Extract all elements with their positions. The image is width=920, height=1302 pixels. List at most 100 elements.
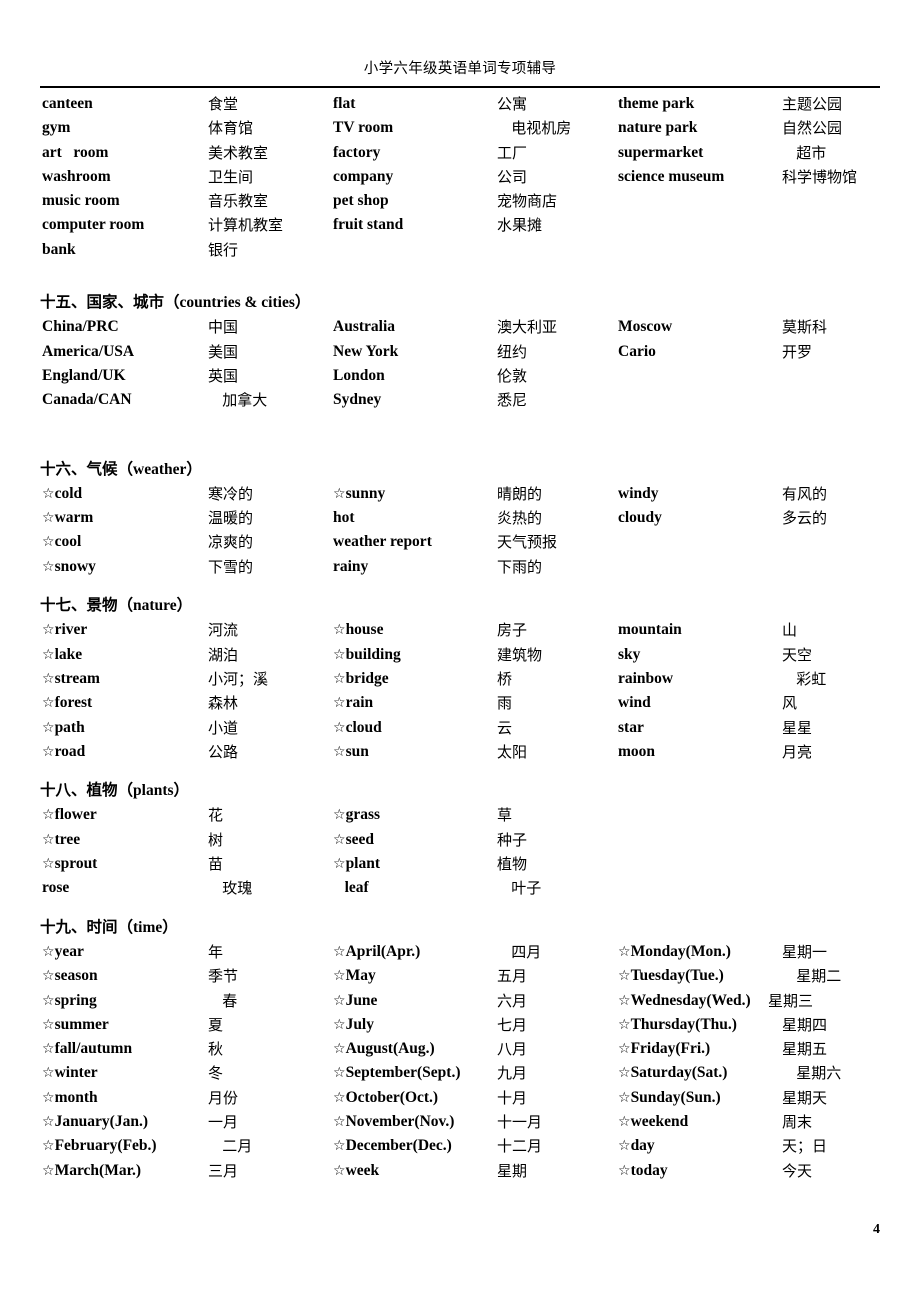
vocab-term-label: day: [630, 1137, 655, 1155]
vocab-term-label: flower: [54, 806, 97, 824]
vocab-term-en: ☆June: [333, 989, 377, 1013]
vocab-term-label: June: [345, 991, 378, 1009]
vocab-translation-zh: 二月: [208, 1137, 253, 1156]
vocab-translation-zh: 树: [208, 830, 224, 849]
vocab-term-en: ☆cloud: [333, 716, 382, 740]
star-icon: ☆: [333, 856, 346, 873]
vocab-term-en: sky: [618, 643, 640, 667]
vocab-term-label: science museum: [618, 167, 725, 185]
vocab-translation-zh: 主题公园: [782, 95, 843, 113]
star-icon: ☆: [42, 968, 55, 985]
vocab-term-en: ☆road: [42, 740, 85, 764]
star-icon: ☆: [42, 719, 55, 736]
vocab-term-en: ☆Friday(Fri.): [618, 1037, 710, 1061]
vocab-term-en: ☆stream: [42, 667, 100, 691]
vocab-translation-zh: 有风的: [782, 484, 828, 503]
vocab-translation-zh: 卫生间: [208, 167, 254, 186]
vocab-term-label: Thursday(Thu.): [630, 1015, 737, 1033]
vocab-translation-zh: 小河；溪: [208, 669, 269, 688]
vocab-translation-zh: 科学博物馆: [782, 167, 858, 186]
vocab-translation-zh: 食堂: [208, 95, 239, 113]
section-heading-tail: ）: [186, 459, 202, 478]
vocab-term-label: sky: [618, 645, 641, 663]
vocab-translation-zh: 美国: [208, 342, 239, 361]
vocab-term-label: bank: [42, 240, 76, 258]
vocab-row: ☆February(Feb.) 二月 ☆December(Dec.) 十二月 ☆day…: [0, 1134, 920, 1158]
vocab-term-label: music room: [42, 192, 120, 210]
vocab-term-en: gym: [42, 116, 70, 140]
vocab-term-label: wind: [618, 694, 651, 712]
vocab-translation-zh: 四月: [497, 942, 542, 961]
vocab-translation-zh: 周末: [782, 1112, 813, 1131]
vocab-translation-zh: 计算机教室: [208, 216, 284, 235]
vocab-translation-zh: 公路: [208, 742, 239, 761]
vocab-term-label: year: [54, 942, 84, 960]
star-icon: ☆: [333, 968, 346, 985]
star-icon: ☆: [42, 622, 55, 639]
vocab-term-en: ☆April(Apr.): [333, 940, 420, 964]
star-icon: ☆: [618, 1089, 631, 1106]
vocab-term-en: ☆tree: [42, 828, 80, 852]
section-heading-tail: ）: [176, 596, 193, 615]
vocab-term-label: weekend: [630, 1112, 689, 1130]
vocab-translation-zh: 星星: [782, 718, 813, 737]
vocab-translation-zh: 十二月: [497, 1137, 543, 1156]
vocab-term-label: plant: [345, 855, 381, 873]
vocab-translation-zh: 下雪的: [208, 557, 254, 576]
section-heading-cn: 十九、时间（: [40, 917, 134, 936]
vocab-translation-zh: 种子: [497, 830, 528, 849]
vocab-translation-zh: 九月: [497, 1064, 528, 1083]
vocab-term-label: Moscow: [618, 318, 673, 336]
vocab-row: ☆forest 森林 ☆rain 雨 wind 风: [0, 691, 920, 715]
vocab-translation-zh: 花: [208, 806, 224, 825]
star-icon: ☆: [618, 1162, 631, 1179]
vocab-term-label: February(Feb.): [54, 1137, 157, 1155]
vocab-term-label: March(Mar.): [54, 1161, 142, 1179]
vocab-term-en: England/UK: [42, 364, 126, 388]
vocab-term-en: hot: [333, 506, 355, 530]
vocab-term-label: October(Oct.): [345, 1088, 439, 1106]
vocab-translation-zh: 天空: [782, 645, 813, 664]
vocab-row: ☆warm 温暖的 hot 炎热的 cloudy 多云的: [0, 506, 920, 530]
vocab-term-en: ☆warm: [42, 506, 93, 530]
vocab-row: ☆path 小道 ☆cloud 云 star 星星: [0, 716, 920, 740]
star-icon: ☆: [333, 1065, 346, 1082]
vocab-row: music room 音乐教室 pet shop 宠物商店: [0, 189, 920, 213]
vocab-term-en: ☆October(Oct.): [333, 1086, 438, 1110]
vocab-term-en: mountain: [618, 618, 682, 642]
star-icon: ☆: [42, 1041, 55, 1058]
vocab-translation-zh: 月份: [208, 1088, 239, 1107]
section-heading-cn: 十八、植物（: [40, 781, 134, 800]
vocab-term-label: Wednesday(Wed.): [630, 991, 751, 1009]
star-icon: ☆: [333, 831, 346, 848]
vocab-term-label: path: [54, 718, 85, 736]
vocab-row: Canada/CAN 加拿大 Sydney 悉尼: [0, 388, 920, 412]
vocab-term-label: seed: [345, 830, 374, 848]
section-heading-latin: nature: [133, 597, 177, 615]
vocab-row: washroom 卫生间 company 公司 science museum 科学博物馆: [0, 165, 920, 189]
vocab-term-en: ☆lake: [42, 643, 82, 667]
star-icon: ☆: [618, 1065, 631, 1082]
vocab-translation-zh: 星期二: [782, 967, 842, 986]
star-icon: ☆: [333, 485, 346, 502]
vocab-term-label: Sunday(Sun.): [630, 1088, 721, 1106]
vocab-translation-zh: 天气预报: [497, 533, 558, 552]
vocab-term-label: bridge: [345, 669, 389, 687]
vocab-translation-zh: 风: [782, 694, 798, 713]
vocab-term-en: computer room: [42, 213, 144, 237]
star-icon: ☆: [42, 807, 55, 824]
vocab-row: ☆March(Mar.) 三月 ☆week 星期 ☆today 今天: [0, 1159, 920, 1183]
star-icon: ☆: [618, 1138, 631, 1155]
vocab-translation-zh: 七月: [497, 1015, 528, 1034]
vocab-translation-zh: 自然公园: [782, 119, 843, 138]
vocab-translation-zh: 电视机房: [497, 119, 572, 138]
vocab-term-en: Cario: [618, 340, 656, 364]
star-icon: ☆: [618, 992, 631, 1009]
vocab-term-en: ☆building: [333, 643, 401, 667]
vocab-translation-zh: 下雨的: [497, 557, 543, 576]
vocab-term-en: ☆July: [333, 1013, 374, 1037]
